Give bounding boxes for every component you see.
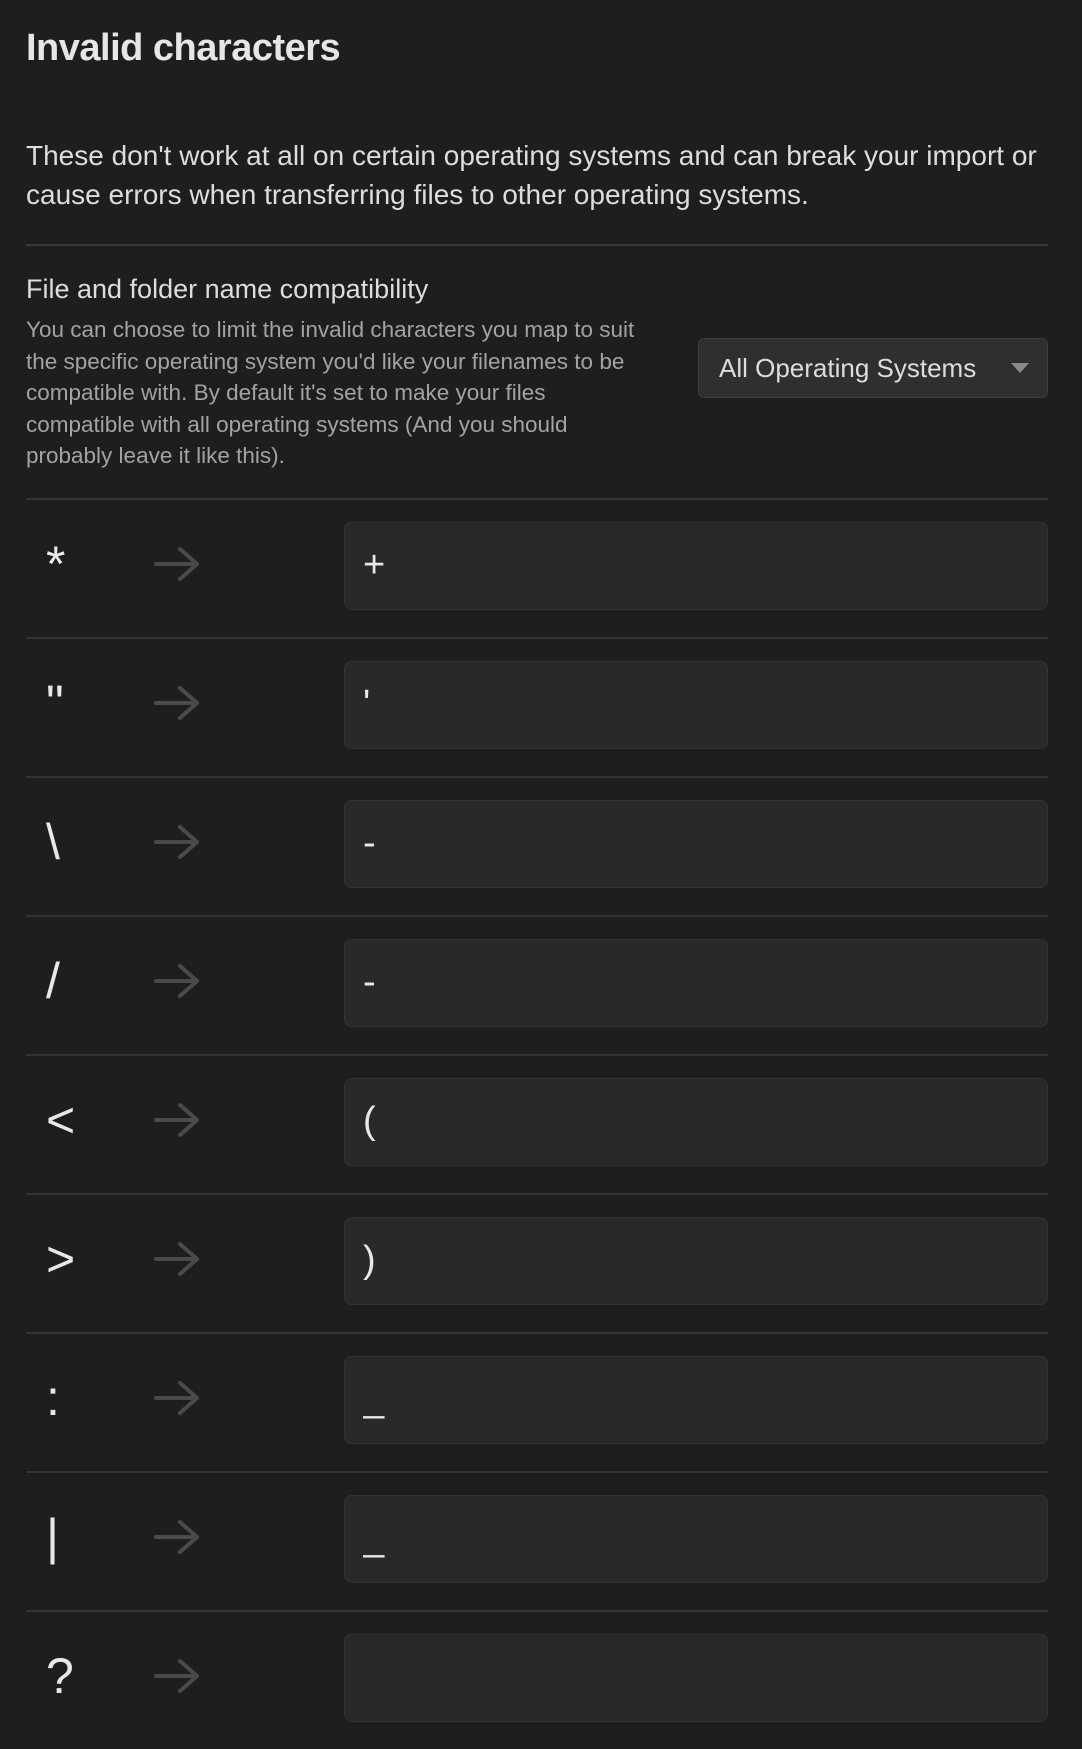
setting-info: File and folder name compatibility You c… [26,272,646,472]
replacement-input[interactable] [344,1077,1048,1166]
invalid-character: \ [46,813,60,870]
arrow-right-icon [152,1100,204,1140]
arrow-right-icon [152,1378,204,1418]
replacement-input[interactable] [344,799,1048,888]
invalid-character: > [46,1230,76,1287]
mapping-row: < [26,1053,1048,1193]
mapping-row: : [26,1331,1048,1471]
replacement-input[interactable] [344,1216,1048,1305]
setting-name: File and folder name compatibility [26,274,429,304]
arrow-right-icon [152,544,204,584]
invalid-character: " [46,674,64,731]
replacement-input[interactable] [344,660,1048,749]
compatibility-setting: File and folder name compatibility You c… [26,246,1048,498]
replacement-input[interactable] [344,1494,1048,1583]
dropdown-selected-value: All Operating Systems [719,352,977,383]
invalid-character: ? [46,1647,74,1704]
section-description: These don't work at all on certain opera… [26,140,1037,210]
setting-description: You can choose to limit the invalid char… [26,317,635,468]
arrow-right-icon [152,1239,204,1279]
character-mapping-list: * " \ / < >: |? [26,497,1048,1749]
mapping-row: * [26,497,1048,637]
replacement-input[interactable] [344,1633,1048,1722]
invalid-character: / [46,952,60,1009]
invalid-characters-settings: Invalid characters These don't work at a… [26,0,1048,1749]
replacement-input[interactable] [344,1355,1048,1444]
arrow-right-icon [152,822,204,862]
arrow-right-icon [152,683,204,723]
mapping-row: > [26,1192,1048,1332]
invalid-character: < [46,1091,76,1148]
invalid-character: | [46,1508,59,1565]
section-title: Invalid characters [26,27,341,69]
arrow-right-icon [152,1517,204,1557]
mapping-row: / [26,914,1048,1054]
replacement-input[interactable] [344,521,1048,610]
arrow-right-icon [152,961,204,1001]
mapping-row: \ [26,775,1048,915]
invalid-character: : [46,1369,60,1426]
invalid-character: * [46,535,66,592]
mapping-row: | [26,1470,1048,1610]
mapping-row: ? [26,1609,1048,1749]
arrow-right-icon [152,1656,204,1696]
os-compatibility-dropdown[interactable]: All Operating Systems [698,338,1048,398]
chevron-down-icon [1011,363,1029,373]
mapping-row: " [26,636,1048,776]
replacement-input[interactable] [344,938,1048,1027]
